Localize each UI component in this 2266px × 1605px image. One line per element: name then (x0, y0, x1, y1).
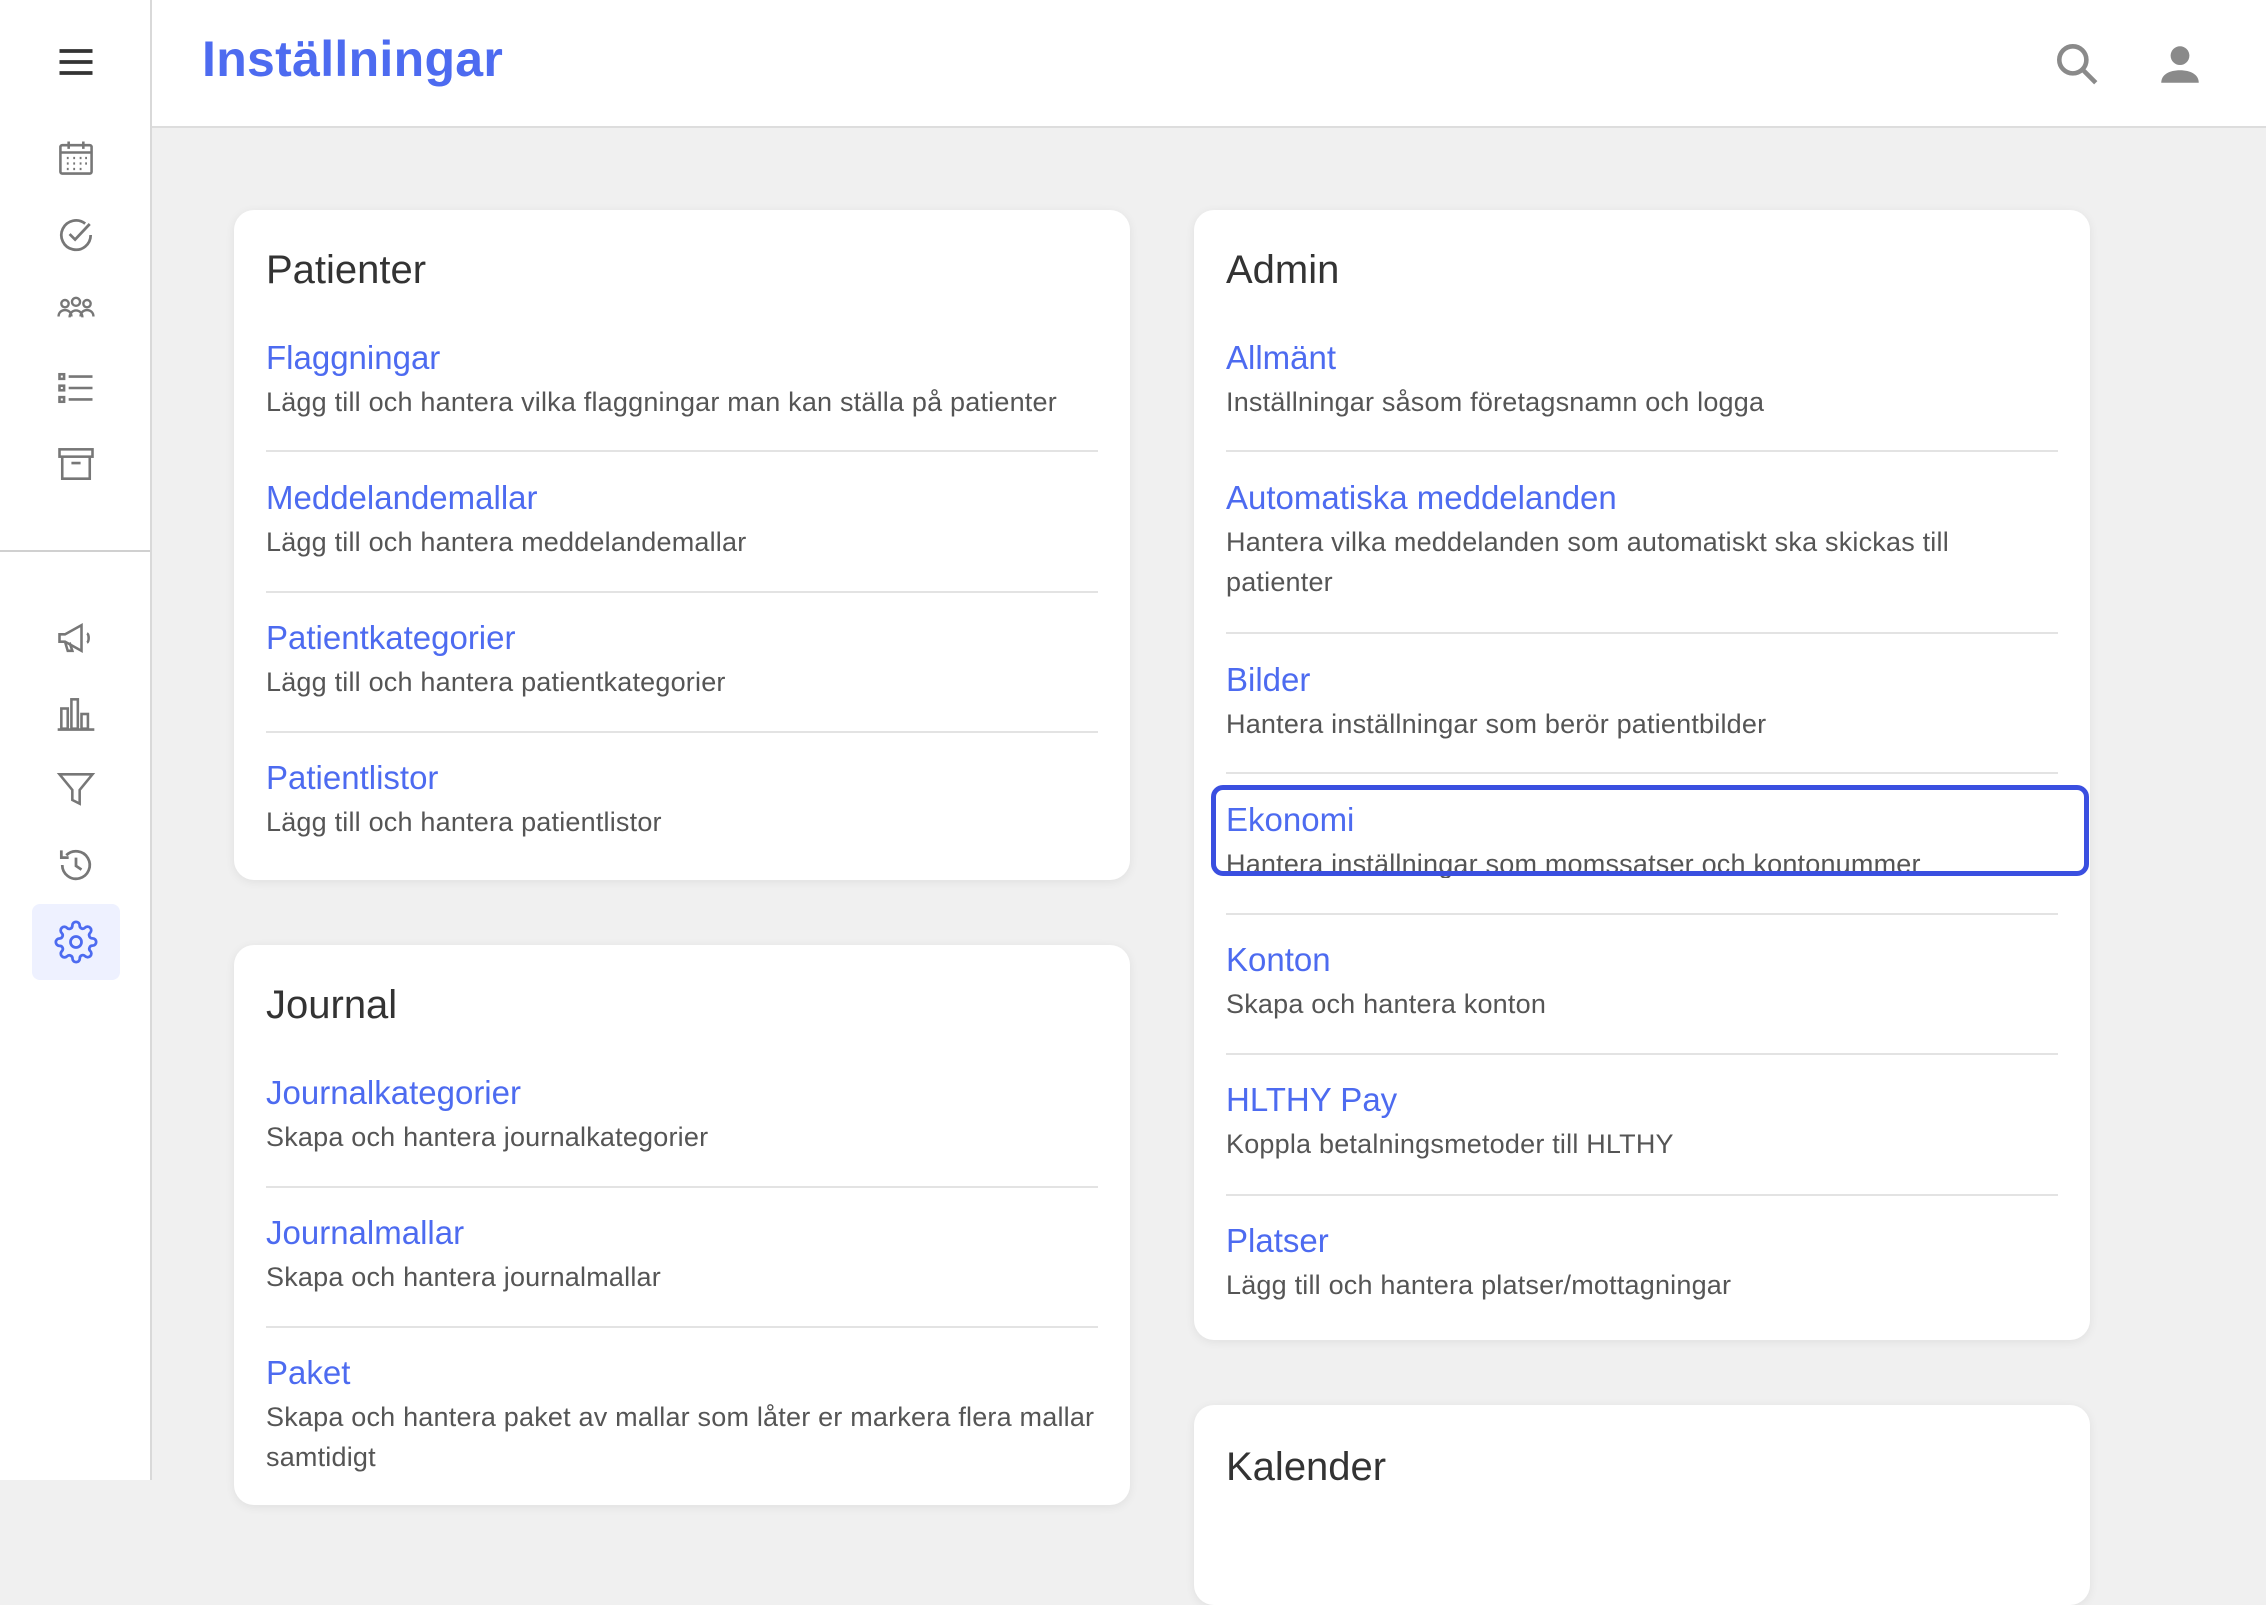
menu-icon[interactable] (32, 24, 120, 100)
settings-item-journalmallar[interactable]: Journalmallar Skapa och hantera journalm… (266, 1213, 1098, 1297)
item-description: Inställningar såsom företagsnamn och log… (1226, 387, 1765, 417)
patienter-card: Patienter Flaggningar Lägg till och hant… (234, 210, 1130, 880)
journal-title: Journal (266, 983, 398, 1027)
settings-item-flaggningar[interactable]: Flaggningar Lägg till och hantera vilka … (266, 338, 1098, 422)
item-description: Skapa och hantera journalkategorier (266, 1122, 709, 1152)
item-link[interactable]: Patientkategorier (266, 618, 1098, 658)
list-icon[interactable] (32, 350, 120, 426)
admin-title: Admin (1226, 248, 1340, 292)
divider (266, 450, 1098, 452)
settings-item-automatiska-meddelanden[interactable]: Automatiska meddelanden Hantera vilka me… (1226, 478, 2058, 602)
divider (1226, 450, 2058, 452)
check-circle-icon[interactable] (32, 197, 120, 273)
item-link[interactable]: Meddelandemallar (266, 478, 1098, 518)
item-description: Skapa och hantera paket av mallar som lå… (266, 1402, 1095, 1472)
divider (266, 1186, 1098, 1188)
megaphone-icon[interactable] (32, 600, 120, 676)
archive-icon[interactable] (32, 426, 120, 502)
kalender-title: Kalender (1226, 1445, 1387, 1489)
kalender-card: Kalender (1194, 1405, 2090, 1605)
calendar-icon[interactable] (32, 120, 120, 196)
item-link[interactable]: Allmänt (1226, 338, 2058, 378)
settings-item-allmant[interactable]: Allmänt Inställningar såsom företagsnamn… (1226, 338, 2058, 422)
journal-card: Journal Journalkategorier Skapa och hant… (234, 945, 1130, 1505)
item-description: Hantera inställningar som berör patientb… (1226, 709, 1767, 739)
account-icon[interactable] (2150, 34, 2210, 94)
search-icon[interactable] (2047, 34, 2107, 94)
history-icon[interactable] (32, 827, 120, 903)
item-description: Skapa och hantera journalmallar (266, 1262, 661, 1292)
item-link[interactable]: Bilder (1226, 660, 2058, 700)
patienter-title: Patienter (266, 248, 427, 292)
page-title: Inställningar (202, 31, 504, 87)
item-description: Lägg till och hantera platser/mottagning… (1226, 1270, 1732, 1300)
item-description: Hantera vilka meddelanden som automatisk… (1226, 527, 1949, 597)
admin-card: Admin Allmänt Inställningar såsom företa… (1194, 210, 2090, 1340)
sidebar (0, 0, 152, 1480)
item-description: Lägg till och hantera vilka flaggningar … (266, 387, 1057, 417)
settings-item-paket[interactable]: Paket Skapa och hantera paket av mallar … (266, 1353, 1098, 1477)
item-link[interactable]: HLTHY Pay (1226, 1080, 2058, 1120)
item-description: Koppla betalningsmetoder till HLTHY (1226, 1129, 1674, 1159)
item-description: Lägg till och hantera meddelandemallar (266, 527, 747, 557)
item-link[interactable]: Paket (266, 1353, 1098, 1393)
sidebar-divider (0, 550, 150, 552)
item-link[interactable]: Flaggningar (266, 338, 1098, 378)
settings-item-patientlistor[interactable]: Patientlistor Lägg till och hantera pati… (266, 758, 1098, 842)
settings-item-ekonomi[interactable]: Ekonomi Hantera inställningar som momssa… (1226, 800, 2058, 878)
item-link[interactable]: Ekonomi (1226, 800, 2058, 840)
item-link[interactable]: Journalmallar (266, 1213, 1098, 1253)
settings-item-meddelandemallar[interactable]: Meddelandemallar Lägg till och hantera m… (266, 478, 1098, 562)
divider (1226, 632, 2058, 634)
item-description: Skapa och hantera konton (1226, 989, 1547, 1019)
top-bar: Inställningar (152, 0, 2266, 128)
divider (1226, 772, 2058, 774)
item-link[interactable]: Patientlistor (266, 758, 1098, 798)
item-link[interactable]: Automatiska meddelanden (1226, 478, 2058, 518)
divider (1226, 1194, 2058, 1196)
divider (266, 731, 1098, 733)
divider (1226, 1053, 2058, 1055)
item-description: Lägg till och hantera patientlistor (266, 807, 662, 837)
divider (266, 1326, 1098, 1328)
divider (1226, 913, 2058, 915)
item-link[interactable]: Journalkategorier (266, 1073, 1098, 1113)
settings-item-konton[interactable]: Konton Skapa och hantera konton (1226, 940, 2058, 1024)
filter-icon[interactable] (32, 751, 120, 827)
settings-item-patientkategorier[interactable]: Patientkategorier Lägg till och hantera … (266, 618, 1098, 702)
settings-item-journalkategorier[interactable]: Journalkategorier Skapa och hantera jour… (266, 1073, 1098, 1157)
settings-item-platser[interactable]: Platser Lägg till och hantera platser/mo… (1226, 1221, 2058, 1305)
settings-item-bilder[interactable]: Bilder Hantera inställningar som berör p… (1226, 660, 2058, 744)
item-link[interactable]: Konton (1226, 940, 2058, 980)
divider (266, 591, 1098, 593)
item-description: Hantera inställningar som momssatser och… (1226, 849, 1921, 878)
item-description: Lägg till och hantera patientkategorier (266, 667, 726, 697)
settings-icon[interactable] (32, 904, 120, 980)
group-icon[interactable] (32, 273, 120, 349)
settings-item-hlthy-pay[interactable]: HLTHY Pay Koppla betalningsmetoder till … (1226, 1080, 2058, 1164)
bar-chart-icon[interactable] (32, 676, 120, 752)
item-link[interactable]: Platser (1226, 1221, 2058, 1261)
